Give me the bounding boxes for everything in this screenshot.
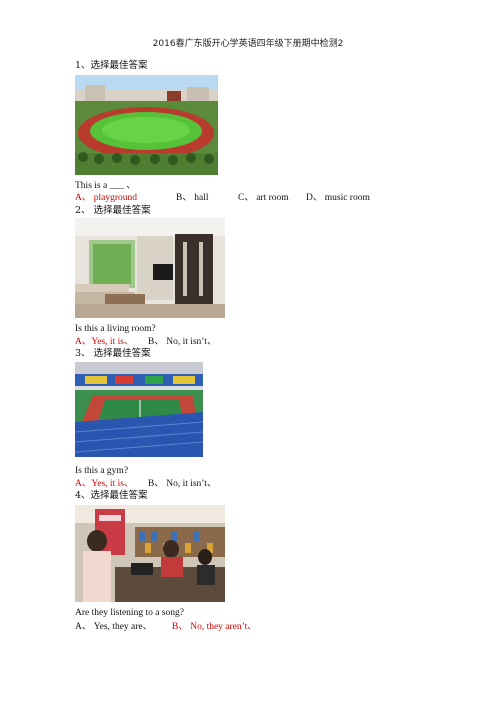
question-4-option-a[interactable]: A、 Yes, they are、 [75,621,152,633]
question-4-options: A、 Yes, they are、 B、 No, they aren’t、 [75,621,295,633]
question-1-prompt: This is a ___ 、 [75,181,136,191]
question-3-options: A、Yes, it is、 B、 No, it isn’t、 [75,478,275,490]
question-2-option-b[interactable]: B、 No, it isn’t、 [148,336,216,348]
question-1-image-playground [75,75,218,175]
question-3-option-b[interactable]: B、 No, it isn’t、 [148,478,216,490]
question-2-option-a[interactable]: A、Yes, it is、 [75,336,133,348]
question-3-title: 3、 选择最佳答案 [75,348,151,359]
page-header: 2016春广东版开心学英语四年级下册期中检测2 [152,39,344,49]
question-1-option-a[interactable]: A、 playground [75,192,137,204]
question-1-title: 1、选择最佳答案 [75,60,148,71]
question-2-options: A、Yes, it is、 B、 No, it isn’t、 [75,336,275,348]
question-3-option-a[interactable]: A、Yes, it is、 [75,478,133,490]
question-1-options: A、 playground B、 hall C、 art room D、 mus… [75,192,405,204]
question-3-prompt: Is this a gym? [75,466,129,476]
question-4-option-b[interactable]: B、 No, they aren’t、 [172,621,257,633]
question-2-image-living-room [75,218,225,318]
question-1-option-c[interactable]: C、 art room [238,192,289,204]
question-4-image-library [75,505,225,602]
question-2-prompt: Is this a living room? [75,324,156,334]
question-4-title: 4、选择最佳答案 [75,490,148,501]
question-2-title: 2、 选择最佳答案 [75,205,151,216]
question-1-option-b[interactable]: B、 hall [176,192,208,204]
question-1-option-d[interactable]: D、 music room [306,192,370,204]
question-4-prompt: Are they listening to a song? [75,608,184,618]
question-3-image-gym [75,362,203,457]
